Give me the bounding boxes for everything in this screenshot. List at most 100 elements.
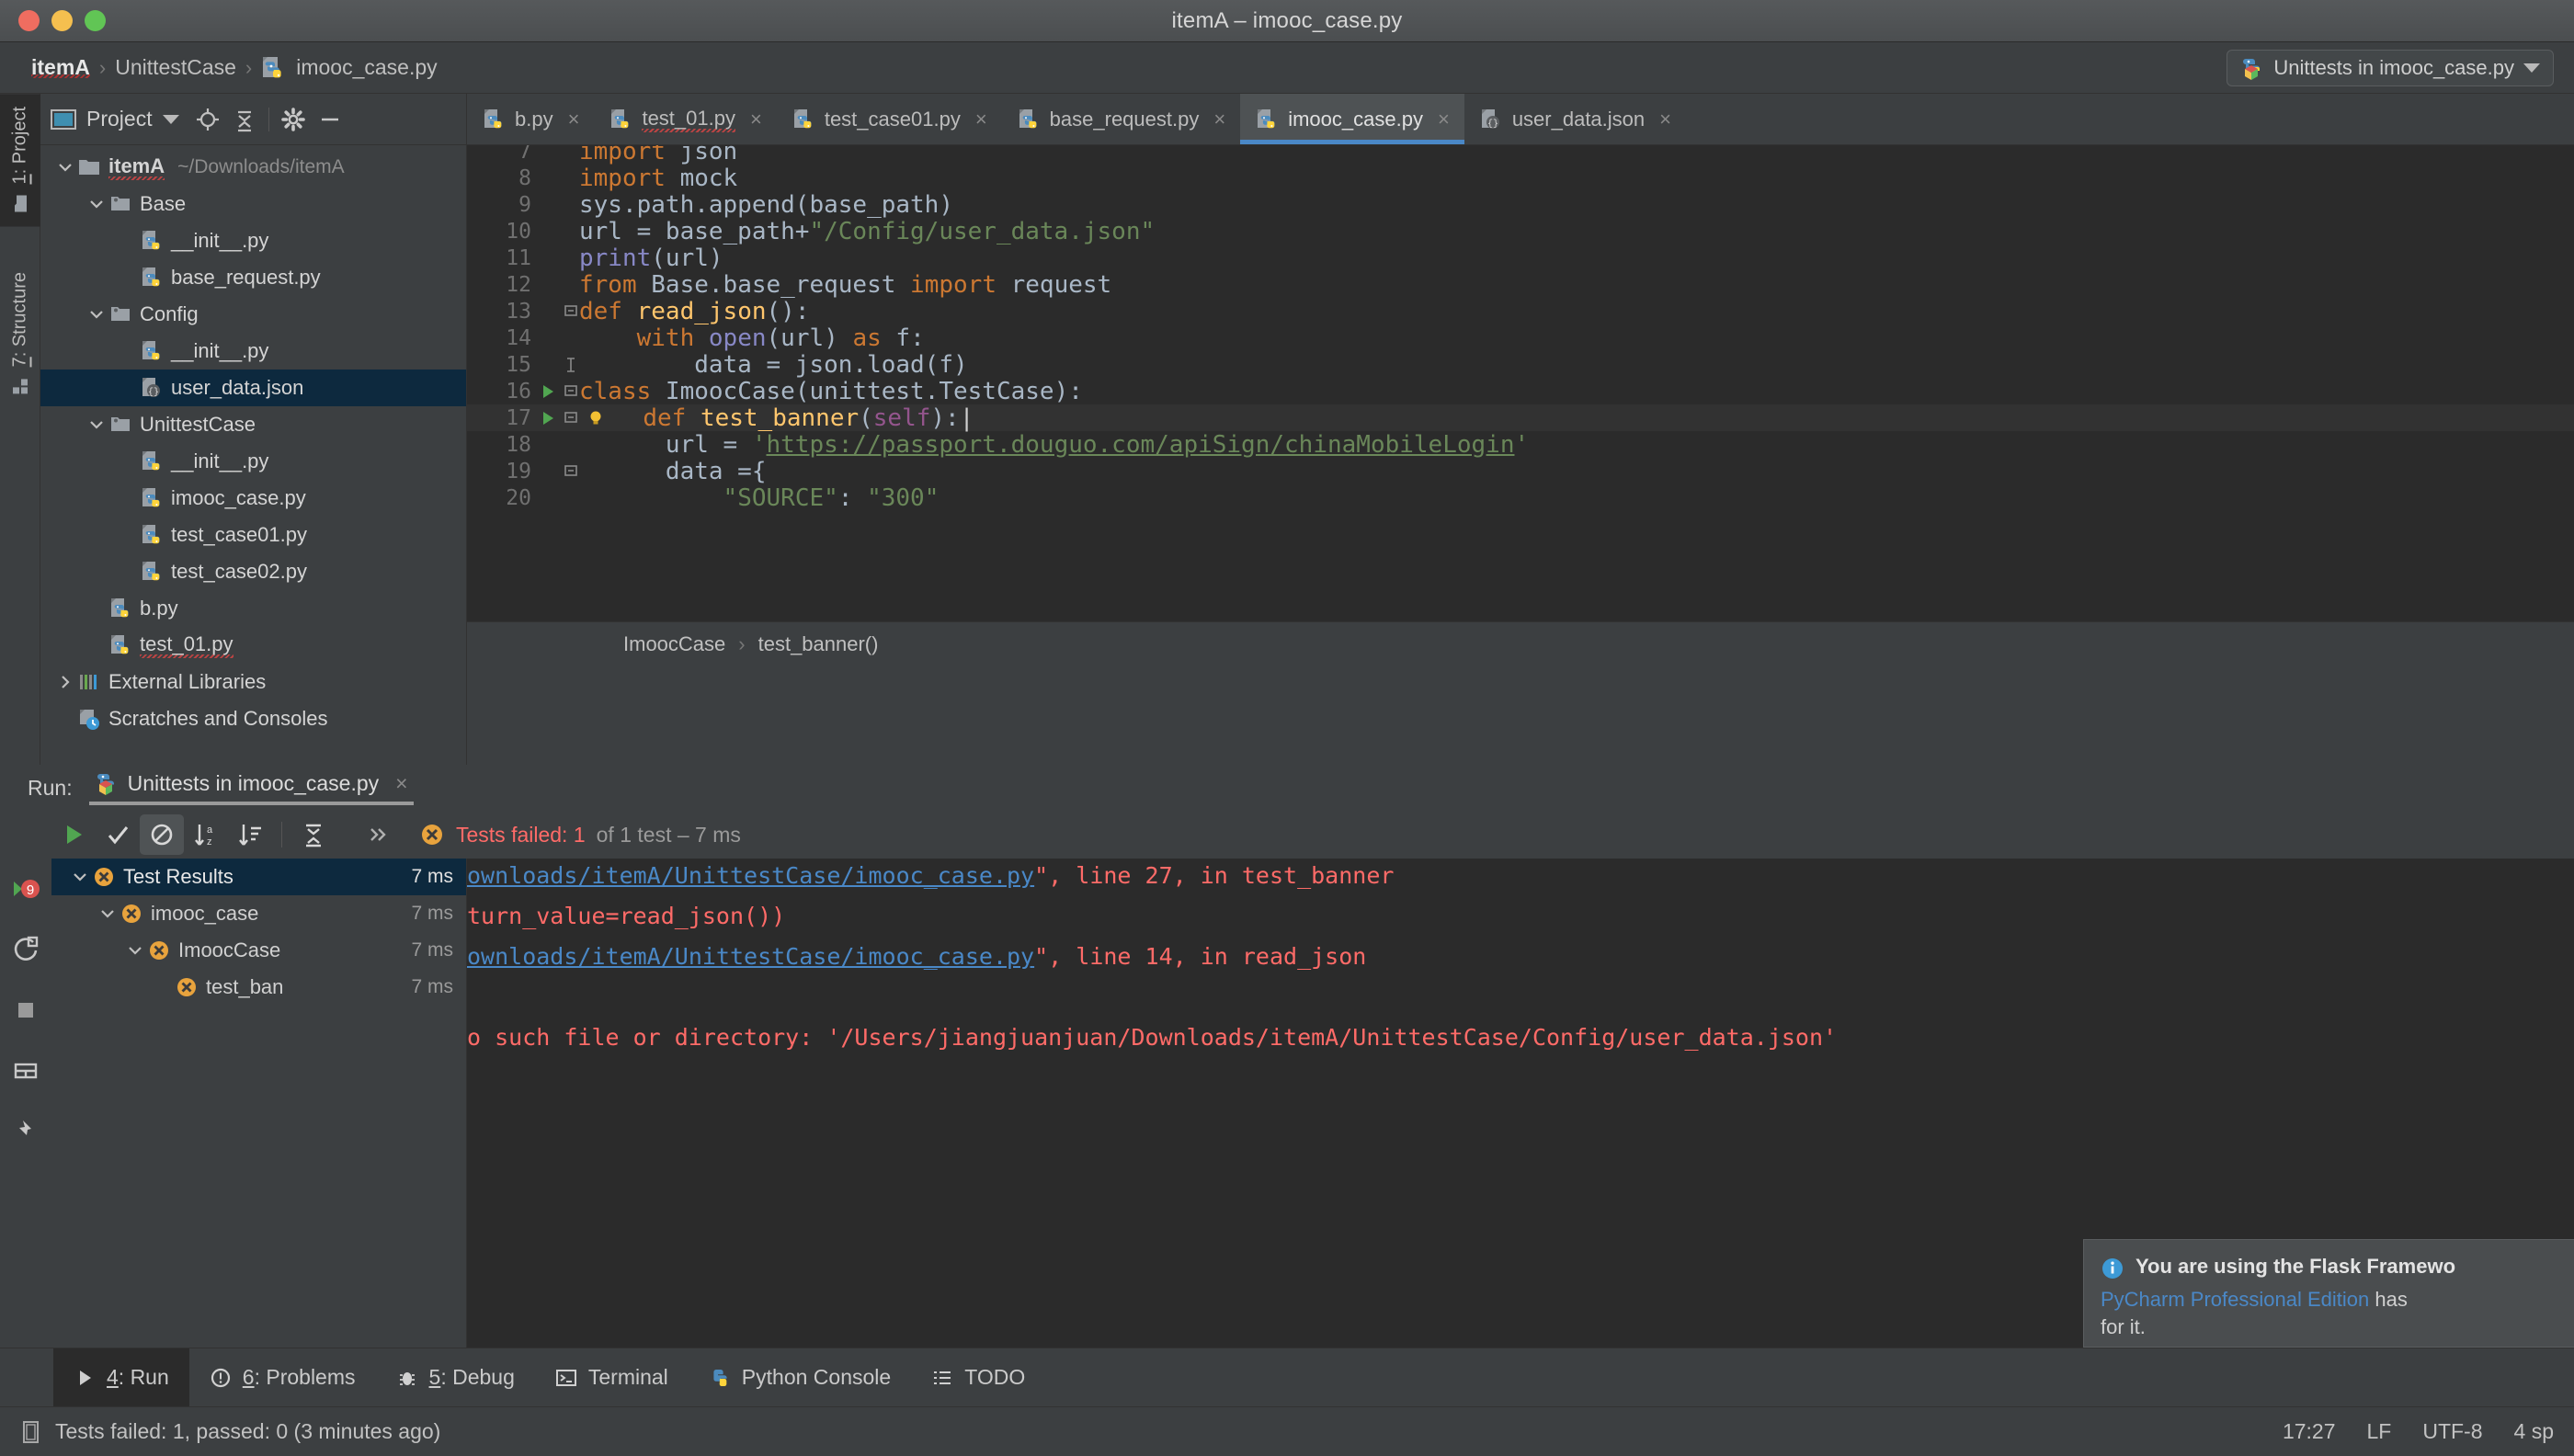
breadcrumb-item-folder[interactable]: UnittestCase xyxy=(106,55,245,80)
breadcrumb-item-project[interactable]: itemA xyxy=(22,55,99,80)
project-tree-item[interactable]: __init__.py xyxy=(40,222,466,259)
pin-icon[interactable] xyxy=(0,1101,51,1162)
bottom-tool-button[interactable]: 6: Problems xyxy=(189,1348,376,1407)
test-tree-item[interactable]: ImoocCase 7 ms xyxy=(51,932,466,969)
gear-icon[interactable] xyxy=(275,101,312,138)
code-line[interactable]: 18 url = 'https://passport.douguo.com/ap… xyxy=(467,431,2574,459)
stop-icon[interactable] xyxy=(0,980,51,1041)
project-tree-item[interactable]: test_01.py xyxy=(40,627,466,664)
close-icon[interactable]: × xyxy=(1438,108,1450,131)
chevron-down-icon[interactable] xyxy=(85,302,108,326)
project-tree-item[interactable]: base_request.py xyxy=(40,259,466,296)
sidebar-item-structure[interactable]: 7: Structure xyxy=(0,259,40,409)
notification-popup[interactable]: You are using the Flask Framewo PyCharm … xyxy=(2083,1239,2574,1348)
memory-icon[interactable] xyxy=(20,1420,42,1444)
code-line[interactable]: 10 url = base_path+"/Config/user_data.jso… xyxy=(467,218,2574,245)
chevron-right-icon[interactable] xyxy=(53,670,77,694)
project-tree-item[interactable]: {} user_data.json xyxy=(40,370,466,406)
editor-tab[interactable]: b.py × xyxy=(467,94,594,144)
project-tree-item[interactable]: test_case01.py xyxy=(40,517,466,553)
project-tree-item[interactable]: __init__.py xyxy=(40,443,466,480)
test-results-tree[interactable]: Test Results 7 ms imooc_case 7 ms ImoocCase 7… xyxy=(51,859,467,1348)
editor-tab[interactable]: {} user_data.json × xyxy=(1464,94,1686,144)
code-line[interactable]: 20 "SOURCE": "300" xyxy=(467,484,2574,512)
chevron-down-icon[interactable] xyxy=(85,413,108,437)
run-configuration-selector[interactable]: Unittests in imooc_case.py xyxy=(2227,50,2554,86)
close-icon[interactable]: × xyxy=(395,771,407,796)
more-options-button[interactable] xyxy=(355,814,399,855)
bottom-tool-button[interactable]: TODO xyxy=(911,1348,1045,1407)
code-line[interactable]: 7 import json xyxy=(467,145,2574,165)
project-tree-item[interactable]: UnittestCase xyxy=(40,406,466,443)
close-icon[interactable]: × xyxy=(975,108,987,131)
code-editor[interactable]: 7 import json 8 import mock 9 sys.path.append… xyxy=(467,145,2574,621)
project-tree-item[interactable]: test_case02.py xyxy=(40,553,466,590)
intention-bulb-icon[interactable] xyxy=(587,409,614,427)
project-tree-item[interactable]: __init__.py xyxy=(40,333,466,370)
code-line[interactable]: 14 with open(url) as f: xyxy=(467,324,2574,352)
chevron-down-icon[interactable] xyxy=(96,902,120,926)
layout-icon[interactable] xyxy=(0,1041,51,1101)
console-file-link[interactable]: ownloads/itemA/UnittestCase/imooc_case.p… xyxy=(467,943,1034,970)
code-line[interactable]: 8 import mock xyxy=(467,165,2574,192)
rerun-failed-icon[interactable]: 9 xyxy=(0,859,51,919)
code-line[interactable]: 17 def test_banner(self):| xyxy=(467,404,2574,432)
project-tree-item[interactable]: imooc_case.py xyxy=(40,480,466,517)
collapse-all-icon[interactable] xyxy=(226,101,263,138)
sidebar-item-project[interactable]: 1: Project xyxy=(0,94,40,227)
status-line-separator[interactable]: LF xyxy=(2367,1419,2392,1444)
bottom-tool-button[interactable]: 5: Debug xyxy=(376,1348,535,1407)
hide-icon[interactable] xyxy=(312,101,348,138)
project-tree-item[interactable]: Config xyxy=(40,296,466,333)
status-encoding[interactable]: UTF-8 xyxy=(2422,1419,2482,1444)
close-icon[interactable]: × xyxy=(568,108,580,131)
sort-alphabetically-button[interactable]: az xyxy=(184,814,228,855)
test-tree-item[interactable]: Test Results 7 ms xyxy=(51,859,466,895)
show-passed-button[interactable] xyxy=(96,814,140,855)
failed-icon xyxy=(92,865,116,889)
code-line[interactable]: 16 class ImoocCase(unittest.TestCase): xyxy=(467,377,2574,408)
code-line[interactable]: 11 print(url) xyxy=(467,245,2574,272)
close-icon[interactable]: × xyxy=(1659,108,1671,131)
rerun-button[interactable] xyxy=(51,814,96,855)
project-tree-item[interactable]: External Libraries xyxy=(40,664,466,700)
code-line[interactable]: 13 def read_json(): xyxy=(467,298,2574,325)
code-line[interactable]: 9 sys.path.append(base_path) xyxy=(467,191,2574,219)
editor-tab[interactable]: test_01.py × xyxy=(594,94,776,144)
breadcrumb-class[interactable]: ImoocCase xyxy=(623,632,725,656)
editor-tab[interactable]: imooc_case.py × xyxy=(1240,94,1464,144)
chevron-down-icon[interactable] xyxy=(123,938,147,962)
show-ignored-button[interactable] xyxy=(140,814,184,855)
project-tree-item[interactable]: b.py xyxy=(40,590,466,627)
bottom-tool-button[interactable]: Python Console xyxy=(689,1348,911,1407)
test-tree-item[interactable]: test_ban 7 ms xyxy=(51,969,466,1006)
sort-duration-button[interactable] xyxy=(228,814,272,855)
chevron-down-icon[interactable] xyxy=(2523,63,2540,73)
project-tree-item[interactable]: Base xyxy=(40,186,466,222)
code-line[interactable]: 12 from Base.base_request import request xyxy=(467,271,2574,299)
toggle-auto-test-icon[interactable] xyxy=(0,919,51,980)
code-line[interactable]: 15 data = json.load(f) xyxy=(467,351,2574,379)
run-tab[interactable]: Unittests in imooc_case.py × xyxy=(88,771,414,805)
locate-icon[interactable] xyxy=(189,101,226,138)
close-icon[interactable]: × xyxy=(750,108,762,131)
chevron-down-icon[interactable] xyxy=(85,192,108,216)
notification-link[interactable]: PyCharm Professional Edition xyxy=(2101,1288,2369,1311)
project-tree-item[interactable]: Scratches and Consoles xyxy=(40,700,466,737)
status-indent[interactable]: 4 sp xyxy=(2514,1419,2554,1444)
chevron-down-icon[interactable] xyxy=(153,101,189,138)
breadcrumb-method[interactable]: test_banner() xyxy=(758,632,879,656)
editor-tab[interactable]: base_request.py × xyxy=(1002,94,1241,144)
project-tree-item[interactable]: itemA ~/Downloads/itemA xyxy=(40,149,466,186)
bottom-tool-button[interactable]: 4: Run xyxy=(53,1348,189,1407)
test-tree-item[interactable]: imooc_case 7 ms xyxy=(51,895,466,932)
breadcrumb-item-file[interactable]: imooc_case.py xyxy=(287,55,446,80)
chevron-down-icon[interactable] xyxy=(68,865,92,889)
bottom-tool-button[interactable]: Terminal xyxy=(535,1348,689,1407)
editor-tab[interactable]: test_case01.py × xyxy=(777,94,1002,144)
close-icon[interactable]: × xyxy=(1213,108,1225,131)
chevron-down-icon[interactable] xyxy=(53,155,77,179)
expand-collapse-button[interactable] xyxy=(291,814,336,855)
code-line[interactable]: 19 data ={ xyxy=(467,458,2574,485)
console-file-link[interactable]: ownloads/itemA/UnittestCase/imooc_case.p… xyxy=(467,862,1034,889)
